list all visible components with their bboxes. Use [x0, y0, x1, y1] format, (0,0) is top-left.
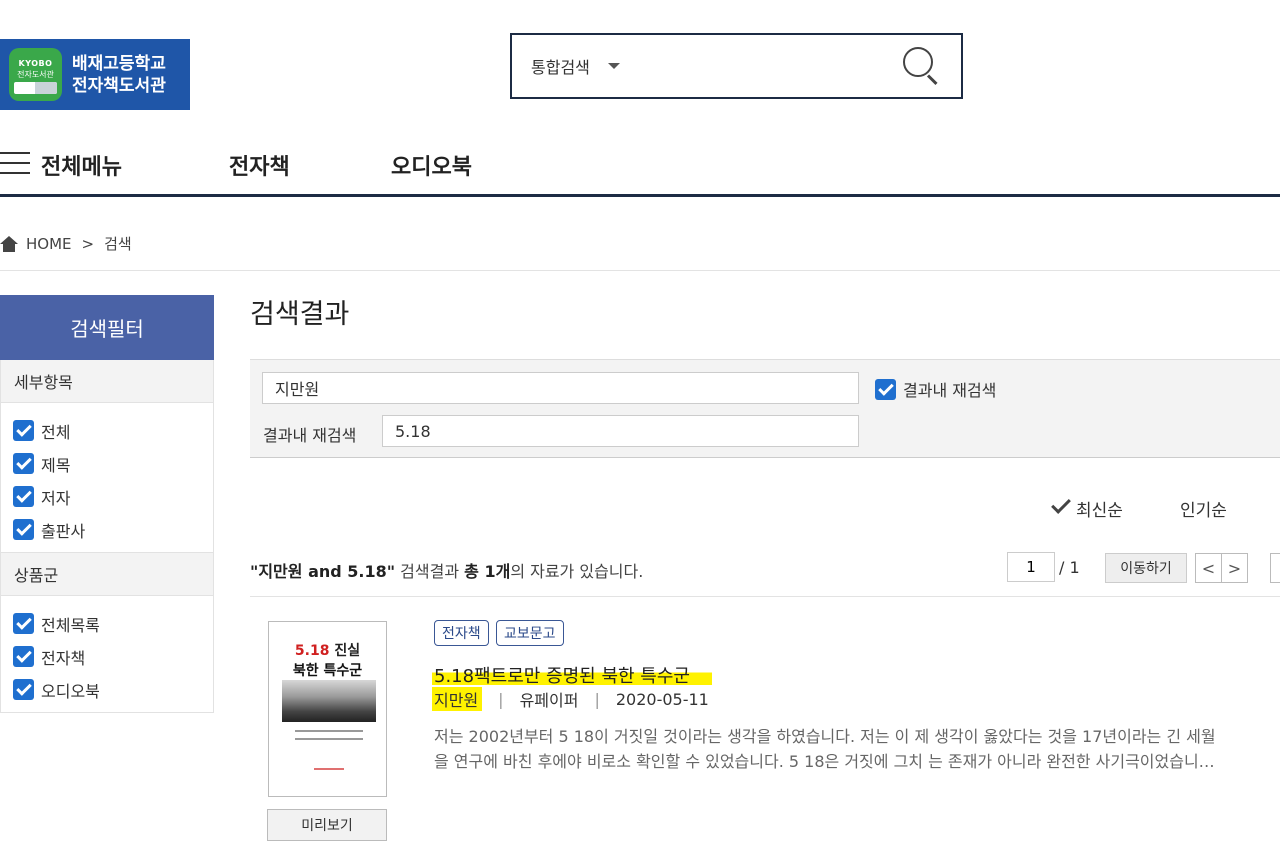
filter-option-author[interactable]: 저자 — [13, 480, 213, 513]
book-title-link[interactable]: 5.18팩트로만 증명된 북한 특수군 — [432, 662, 712, 688]
filter-group-detail: 전체 제목 저자 출판사 — [0, 403, 214, 553]
checkbox-checked-icon[interactable] — [13, 679, 34, 700]
logo-school-name: 배재고등학교 — [72, 53, 166, 74]
filter-option-all[interactable]: 전체 — [13, 414, 213, 447]
search-within-checkbox[interactable]: 결과내 재검색 — [875, 377, 996, 401]
filter-option-publisher[interactable]: 출판사 — [13, 513, 213, 546]
checkbox-checked-icon[interactable] — [13, 519, 34, 540]
filter-option-audiobook[interactable]: 오디오북 — [13, 673, 213, 706]
hamburger-icon[interactable] — [0, 152, 30, 174]
prev-page-icon[interactable]: < — [1195, 553, 1222, 583]
cover-subtitle: 북한 특수군 — [292, 663, 363, 679]
checkbox-checked-icon[interactable] — [13, 613, 34, 634]
filter-option-label: 제목 — [41, 455, 71, 475]
checkbox-checked-icon[interactable] — [875, 378, 896, 400]
search-icon[interactable] — [901, 46, 941, 86]
checkmark-icon — [1051, 494, 1071, 514]
nav-ebook[interactable]: 전자책 — [229, 149, 290, 181]
logo-library-name: 전자책도서관 — [72, 75, 166, 96]
filter-option-all-list[interactable]: 전체목록 — [13, 607, 213, 640]
filter-option-label: 전체 — [41, 422, 71, 442]
divider — [250, 596, 1280, 597]
next-page-icon[interactable]: > — [1221, 553, 1248, 583]
library-logo[interactable]: KYOBO 전자도서관 배재고등학교 전자책도서관 — [0, 39, 190, 110]
query-input[interactable] — [262, 372, 859, 404]
search-type-select[interactable]: 통합검색 — [531, 54, 590, 78]
cover-title-rest: 진실 — [329, 643, 361, 659]
global-search-bar: 통합검색 — [510, 33, 963, 99]
filter-option-title[interactable]: 제목 — [13, 447, 213, 480]
preview-button[interactable]: 미리보기 — [267, 809, 387, 841]
kyobo-logo-icon: KYOBO 전자도서관 — [9, 48, 62, 101]
chevron-down-icon[interactable] — [607, 63, 620, 69]
page-title: 검색결과 — [250, 299, 350, 330]
summary-text: 검색결과 — [395, 562, 465, 581]
meta-separator: | — [498, 689, 504, 709]
cover-photo — [282, 680, 376, 722]
sort-latest-label: 최신순 — [1076, 501, 1123, 521]
search-filter-sidebar: 검색필터 세부항목 전체 제목 저자 출판사 상품군 전체목록 전자책 오디오북 — [0, 295, 214, 713]
sort-popular[interactable]: 인기순 — [1180, 496, 1227, 521]
checkbox-checked-icon[interactable] — [13, 420, 34, 441]
summary-query: "지만원 and 5.18" — [250, 562, 396, 581]
search-within-input[interactable] — [382, 415, 859, 447]
filter-option-ebook[interactable]: 전자책 — [13, 640, 213, 673]
filter-option-label: 전자책 — [41, 648, 86, 668]
book-description: 저는 2002년부터 5 18이 거짓일 것이라는 생각을 하였습니다. 저는 … — [434, 727, 1216, 771]
breadcrumb: HOME > 검색 — [0, 233, 132, 254]
filter-option-label: 저자 — [41, 488, 71, 508]
checkbox-checked-icon[interactable] — [13, 486, 34, 507]
summary-count: 총 1개 — [464, 562, 511, 581]
breadcrumb-current: 검색 — [104, 235, 132, 253]
book-date: 2020-05-11 — [615, 689, 709, 709]
book-publisher: 유페이퍼 — [519, 691, 579, 710]
book-cover[interactable]: 5.18 진실 북한 특수군 — [268, 621, 387, 797]
result-summary: "지만원 and 5.18" 검색결과 총 1개의 자료가 있습니다. — [250, 558, 643, 582]
nav-audiobook[interactable]: 오디오북 — [391, 149, 472, 181]
edge-button[interactable] — [1270, 553, 1280, 583]
meta-separator: | — [594, 689, 600, 709]
filter-group-product: 전체목록 전자책 오디오북 — [0, 596, 214, 713]
filter-option-label: 출판사 — [41, 521, 86, 541]
cover-title-red: 5.18 — [294, 643, 330, 659]
go-page-button[interactable]: 이동하기 — [1105, 553, 1187, 583]
tag-ebook: 전자책 — [434, 620, 489, 646]
book-author[interactable]: 지만원 — [432, 687, 483, 711]
search-input[interactable] — [629, 46, 891, 86]
nav-all-menu[interactable]: 전체메뉴 — [41, 149, 122, 181]
filter-option-label: 오디오북 — [41, 681, 100, 701]
logo-badge-brand: KYOBO — [18, 59, 53, 68]
home-icon[interactable] — [0, 235, 18, 252]
logo-badge-subtitle: 전자도서관 — [17, 70, 54, 79]
main-nav: 전체메뉴 전자책 오디오북 — [0, 135, 1280, 197]
search-within-label: 결과내 재검색 — [263, 426, 357, 445]
filter-group-heading: 상품군 — [0, 553, 214, 596]
book-meta: 지만원 | 유페이퍼 | 2020-05-11 — [432, 687, 709, 711]
page-total: / 1 — [1059, 558, 1080, 577]
breadcrumb-home[interactable]: HOME — [26, 235, 72, 253]
refine-search-panel: 결과내 재검색 결과내 재검색 — [250, 359, 1280, 458]
checkbox-checked-icon[interactable] — [13, 646, 34, 667]
filter-option-label: 전체목록 — [41, 615, 100, 635]
sort-latest[interactable]: 최신순 — [1051, 494, 1123, 521]
filter-title: 검색필터 — [0, 295, 214, 360]
tag-kyobo: 교보문고 — [496, 620, 564, 646]
divider — [0, 270, 1280, 271]
filter-group-heading: 세부항목 — [0, 360, 214, 403]
breadcrumb-separator: > — [81, 234, 95, 253]
page-number-input[interactable] — [1007, 552, 1055, 582]
checkbox-checked-icon[interactable] — [13, 453, 34, 474]
summary-text-end: 의 자료가 있습니다. — [510, 562, 644, 581]
search-within-checkbox-label: 결과내 재검색 — [903, 381, 997, 400]
